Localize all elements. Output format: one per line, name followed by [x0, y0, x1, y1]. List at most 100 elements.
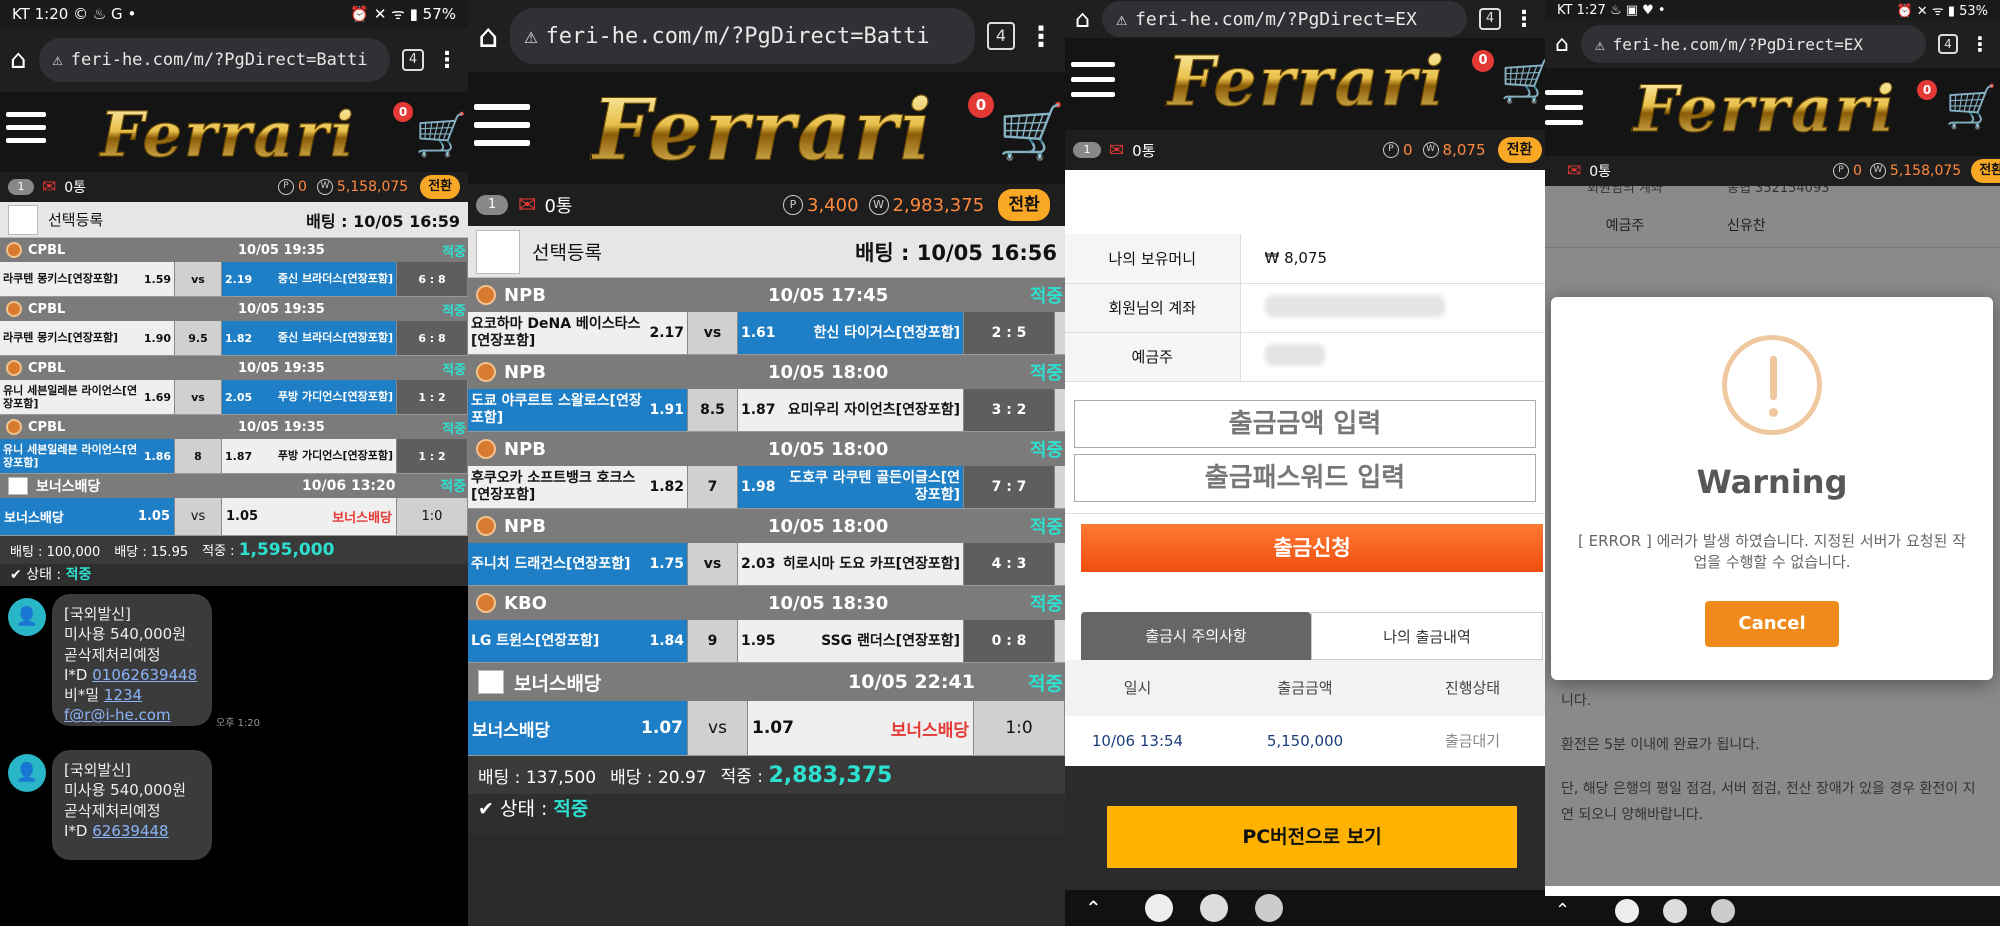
cart-icon[interactable]: 🛒: [1945, 82, 1997, 132]
app-bubble-icon[interactable]: [1663, 899, 1687, 923]
home-selection[interactable]: 라쿠텐 몽키스[연장포함] 1.90: [0, 321, 175, 355]
site-logo[interactable]: Ferrari: [100, 98, 356, 172]
away-selection[interactable]: 1.98 도호쿠 라쿠텐 골든이글스[연장포함]: [738, 466, 964, 508]
home-icon[interactable]: ⌂: [478, 17, 498, 55]
home-selection[interactable]: LG 트윈스[연장포함] 1.84: [468, 620, 688, 662]
away-selection[interactable]: 1.07 보너스배당: [748, 701, 974, 755]
handicap[interactable]: vs: [175, 380, 222, 414]
home-selection[interactable]: 보너스배당 1.07: [468, 701, 688, 755]
mail-icon[interactable]: ✉: [1109, 140, 1124, 161]
hamburger-menu-icon[interactable]: [1545, 90, 1583, 125]
tab-withdraw-history[interactable]: 나의 출금내역: [1311, 611, 1543, 660]
url-bar[interactable]: ⚠ feri-he.com/m/?PgDirect=Batti: [38, 38, 390, 82]
mail-icon[interactable]: ✉: [1567, 161, 1581, 181]
home-selection[interactable]: 유니 세븐일레븐 라이언스[연장포함] 1.86: [0, 439, 175, 473]
handicap[interactable]: 9.5: [175, 321, 222, 355]
menu-kebab-icon[interactable]: ⋮: [436, 48, 458, 73]
mail-count[interactable]: 0통: [544, 192, 572, 218]
cart-icon[interactable]: 🛒: [1500, 54, 1545, 106]
win-amount: 1,595,000: [238, 540, 335, 560]
score: 1:0: [397, 498, 468, 535]
away-selection[interactable]: 1.95 SSG 랜더스[연장포함]: [738, 620, 964, 662]
menu-kebab-icon[interactable]: ⋮: [1970, 32, 1990, 56]
tab-count-button[interactable]: 4: [1479, 8, 1501, 30]
away-selection[interactable]: 1.82 중신 브라더스[연장포함]: [222, 321, 397, 355]
handicap[interactable]: vs: [688, 701, 748, 755]
sms-site-link[interactable]: f@r@i-he.com: [64, 706, 171, 724]
sms-number-link[interactable]: 1234: [104, 686, 142, 704]
app-bubble-icon[interactable]: [1145, 894, 1173, 922]
mail-count[interactable]: 0통: [1132, 140, 1155, 161]
mail-count[interactable]: 0통: [64, 177, 86, 197]
url-text: feri-he.com/m/?PgDirect=EX: [1135, 8, 1417, 30]
sms-bubble[interactable]: [국외발신] 미사용 540,000원 곧삭제처리예정 I*D 62639448: [52, 750, 212, 860]
tab-count-button[interactable]: 4: [1938, 34, 1958, 54]
hamburger-menu-icon[interactable]: [6, 112, 46, 143]
app-bubble-icon[interactable]: [1711, 899, 1735, 923]
swap-button[interactable]: 전환: [1497, 137, 1542, 163]
select-checkbox[interactable]: [476, 229, 520, 274]
away-selection[interactable]: 1.87 요미우리 자이언츠[연장포함]: [738, 389, 964, 431]
withdraw-submit-button[interactable]: 출금신청: [1081, 523, 1543, 572]
menu-kebab-icon[interactable]: ⋮: [1513, 7, 1535, 32]
away-selection[interactable]: 2.03 히로시마 도요 카프[연장포함]: [738, 543, 964, 585]
hamburger-menu-icon[interactable]: [1071, 62, 1115, 97]
home-selection[interactable]: 라쿠텐 몽키스[연장포함] 1.59: [0, 262, 175, 296]
home-selection[interactable]: 유니 세븐일레븐 라이언스[연장포함] 1.69: [0, 380, 175, 414]
tab-count-button[interactable]: 4: [402, 49, 424, 71]
away-selection[interactable]: 1.05 보너스배당: [222, 498, 397, 535]
url-bar[interactable]: ⚠ feri-he.com/m/?PgDirect=EX: [1580, 25, 1926, 63]
home-selection[interactable]: 보너스배당 1.05: [0, 498, 175, 535]
swap-button[interactable]: 전환: [420, 175, 461, 199]
swap-button[interactable]: 전환: [1971, 159, 2000, 183]
home-icon[interactable]: ⌂: [1555, 32, 1569, 57]
tab-withdraw-notice[interactable]: 출금시 주의사항: [1081, 611, 1311, 660]
league-date: 10/05 19:35: [238, 419, 325, 435]
site-logo[interactable]: Ferrari: [1166, 42, 1446, 123]
app-bubble-icon[interactable]: [1615, 899, 1639, 923]
sms-bubble[interactable]: [국외발신] 미사용 540,000원 곧삭제처리예정 I*D 01062639…: [52, 594, 212, 726]
home-selection[interactable]: 주니치 드래건스[연장포함] 1.75: [468, 543, 688, 585]
cart-icon[interactable]: 🛒: [998, 100, 1065, 164]
withdraw-password-input[interactable]: 출금패스워드 입력: [1074, 453, 1536, 502]
chevron-up-icon[interactable]: ⌃: [1555, 900, 1570, 921]
site-logo[interactable]: Ferrari: [592, 80, 934, 180]
mail-icon[interactable]: ✉: [518, 193, 536, 218]
app-bubble-icon[interactable]: [1200, 894, 1228, 922]
away-selection[interactable]: 1.61 한신 타이거스[연장포함]: [738, 312, 964, 354]
swap-button[interactable]: 전환: [998, 189, 1051, 221]
sms-phone-link[interactable]: 62639448: [92, 822, 168, 840]
app-bubble-icon[interactable]: [1255, 894, 1283, 922]
chevron-up-icon[interactable]: ⌃: [1085, 896, 1102, 920]
handicap[interactable]: vs: [175, 498, 222, 535]
url-bar[interactable]: ⚠ feri-he.com/m/?PgDirect=Batti: [510, 8, 975, 64]
mail-count[interactable]: 0통: [1589, 161, 1611, 181]
withdraw-amount-input[interactable]: 출금금액 입력: [1074, 399, 1536, 448]
site-logo[interactable]: Ferrari: [1633, 72, 1897, 148]
away-selection[interactable]: 2.05 푸방 가디언스[연장포함]: [222, 380, 397, 414]
away-selection[interactable]: 2.19 중신 브라더스[연장포함]: [222, 262, 397, 296]
handicap[interactable]: vs: [175, 262, 222, 296]
sms-phone-link[interactable]: 01062639448: [92, 666, 197, 684]
select-checkbox[interactable]: [8, 204, 38, 235]
away-selection[interactable]: 1.87 푸방 가디언스[연장포함]: [222, 439, 397, 473]
home-selection[interactable]: 도쿄 야쿠르트 스왈로스[연장포함] 1.91: [468, 389, 688, 431]
handicap[interactable]: 7: [688, 466, 738, 508]
home-icon[interactable]: ⌂: [1075, 5, 1090, 33]
handicap[interactable]: 9: [688, 620, 738, 662]
handicap[interactable]: vs: [688, 312, 738, 354]
tab-count-button[interactable]: 4: [987, 22, 1015, 50]
handicap[interactable]: vs: [688, 543, 738, 585]
cart-icon[interactable]: 🛒: [415, 110, 467, 160]
home-icon[interactable]: ⌂: [10, 45, 27, 75]
menu-kebab-icon[interactable]: ⋮: [1027, 20, 1055, 53]
handicap[interactable]: 8: [175, 439, 222, 473]
pc-version-button[interactable]: PC버전으로 보기: [1107, 805, 1517, 868]
home-selection[interactable]: 요코하마 DeNA 베이스타스[연장포함] 2.17: [468, 312, 688, 354]
url-bar[interactable]: ⚠ feri-he.com/m/?PgDirect=EX: [1102, 1, 1467, 37]
mail-icon[interactable]: ✉: [42, 177, 56, 197]
cancel-button[interactable]: Cancel: [1705, 601, 1839, 647]
handicap[interactable]: 8.5: [688, 389, 738, 431]
hamburger-menu-icon[interactable]: [474, 104, 530, 146]
home-selection[interactable]: 후쿠오카 소프트뱅크 호크스[연장포함] 1.82: [468, 466, 688, 508]
